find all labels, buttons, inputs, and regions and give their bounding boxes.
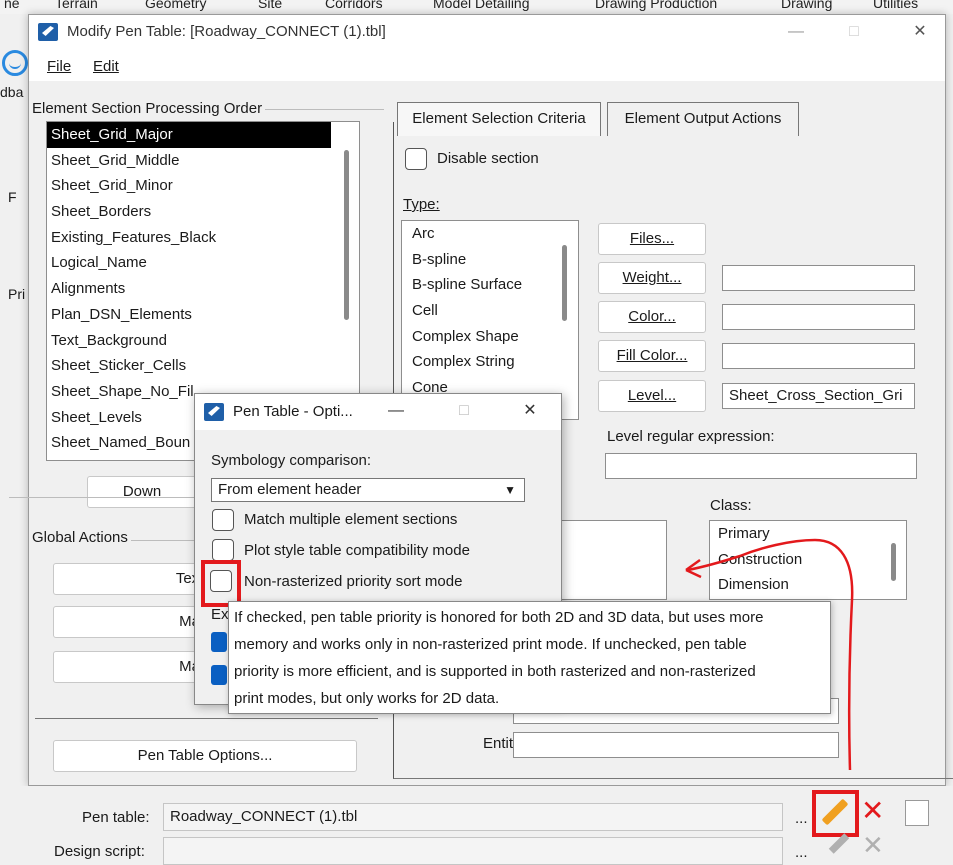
annotation-arrow xyxy=(685,538,854,771)
